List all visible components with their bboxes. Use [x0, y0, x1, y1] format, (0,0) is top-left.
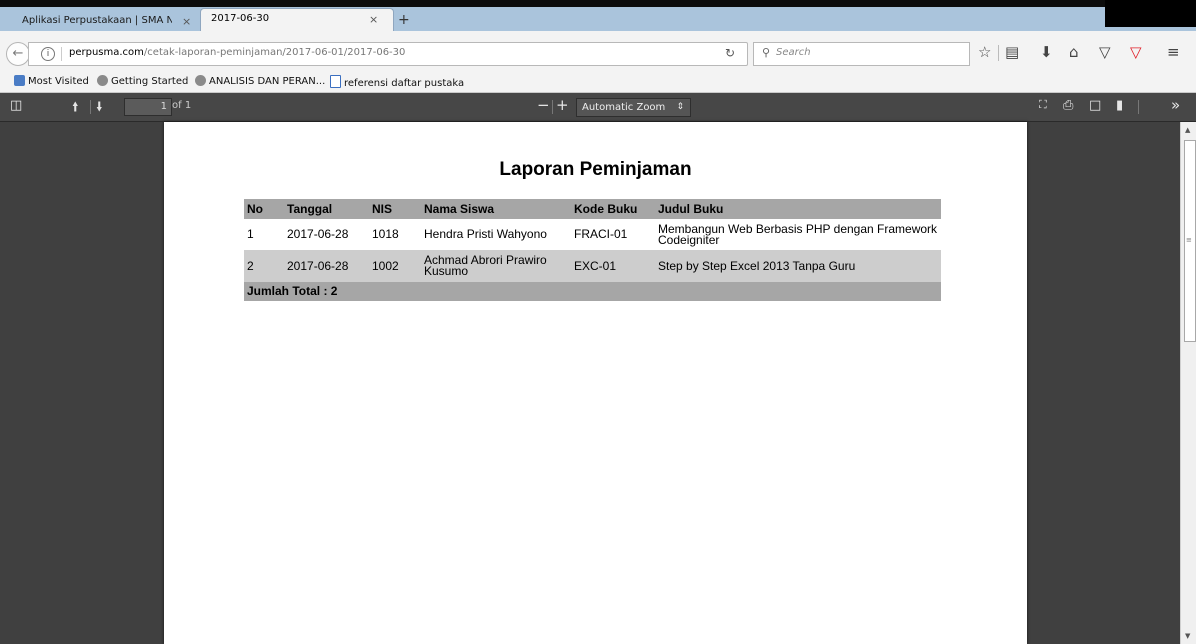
column-header-judul-buku: Judul Buku: [655, 199, 941, 219]
pdf-viewer[interactable]: Laporan Peminjaman No Tanggal NIS Nama S…: [0, 122, 1180, 644]
download-icon[interactable]: □: [1089, 98, 1101, 113]
url-path: /cetak-laporan-peminjaman/2017-06-01/201…: [143, 47, 406, 58]
zoom-select[interactable]: Automatic Zoom ⇕: [576, 98, 691, 117]
cell-tanggal: 2017-06-28: [284, 219, 369, 250]
ublock-shield-icon[interactable]: ▽: [1130, 43, 1142, 61]
tab-aplikasi-perpustakaan[interactable]: Aplikasi Perpustakaan | SMA Neg ×: [18, 10, 198, 30]
tools-overflow-icon[interactable]: »: [1171, 96, 1180, 114]
total-count: Jumlah Total : 2: [244, 282, 941, 301]
toolbar-separator: [998, 45, 999, 61]
tab-2017-06-30[interactable]: 2017-06-30 ×: [200, 8, 394, 32]
reload-icon[interactable]: ↻: [725, 46, 735, 60]
bookmark-referensi-daftar-pustaka[interactable]: referensi daftar pustaka: [330, 75, 464, 89]
table-row: 1 2017-06-28 1018 Hendra Pristi Wahyono …: [244, 219, 941, 250]
toolbar-separator: [1138, 100, 1139, 114]
cell-nama-siswa: Achmad Abrori Prawiro Kusumo: [421, 250, 571, 282]
column-header-no: No: [244, 199, 284, 219]
menu-icon[interactable]: ≡: [1167, 43, 1180, 61]
bookmark-analisis-dan-peran[interactable]: ANALISIS DAN PERAN...: [195, 75, 325, 87]
bookmark-getting-started[interactable]: Getting Started: [97, 75, 188, 87]
globe-icon: [97, 75, 108, 86]
cell-judul-buku: Step by Step Excel 2013 Tanpa Guru: [655, 250, 941, 282]
url-domain: perpusma.com: [69, 47, 144, 58]
close-tab-icon[interactable]: ×: [182, 15, 191, 28]
chevron-updown-icon: ⇕: [676, 102, 684, 112]
toolbar-separator: [552, 100, 553, 114]
most-visited-icon: [14, 75, 25, 86]
tab-strip: Aplikasi Perpustakaan | SMA Neg × 2017-0…: [0, 0, 1196, 32]
cell-kode-buku: EXC-01: [571, 250, 655, 282]
search-input[interactable]: ⚲ Search: [753, 42, 970, 66]
url-separator: [61, 47, 62, 61]
url-bar[interactable]: i perpusma.com/cetak-laporan-peminjaman/…: [28, 42, 748, 66]
tab-label: Aplikasi Perpustakaan | SMA Neg: [22, 15, 172, 26]
zoom-value: Automatic Zoom: [582, 102, 666, 113]
bookmarks-bar: Most Visited Getting Started ANALISIS DA…: [0, 72, 1196, 93]
table-header-row: No Tanggal NIS Nama Siswa Kode Buku Judu…: [244, 199, 941, 219]
close-tab-icon[interactable]: ×: [369, 13, 378, 26]
cell-nama-siswa: Hendra Pristi Wahyono: [421, 219, 571, 250]
pdf-page: Laporan Peminjaman No Tanggal NIS Nama S…: [164, 122, 1027, 644]
presentation-mode-icon[interactable]: ⛶: [1039, 98, 1047, 112]
bookmark-label: Getting Started: [111, 76, 189, 87]
column-header-nis: NIS: [369, 199, 421, 219]
page-count: of 1: [172, 100, 192, 111]
bookmark-label: referensi daftar pustaka: [344, 78, 465, 89]
search-placeholder: Search: [776, 47, 811, 58]
pocket-icon[interactable]: ▽: [1099, 43, 1111, 61]
column-header-kode-buku: Kode Buku: [571, 199, 655, 219]
scrollbar-grip-icon: ≡: [1186, 236, 1192, 244]
cell-no: 2: [244, 250, 284, 282]
globe-icon: [195, 75, 206, 86]
column-header-tanggal: Tanggal: [284, 199, 369, 219]
navigation-bar: ← i perpusma.com/cetak-laporan-peminjama…: [0, 31, 1196, 76]
reading-list-icon[interactable]: ▤: [1005, 43, 1019, 61]
bookmark-label: ANALISIS DAN PERAN...: [209, 76, 326, 87]
document-icon: [330, 75, 341, 88]
back-arrow-icon: ←: [12, 46, 24, 61]
zoom-in-icon[interactable]: +: [556, 96, 569, 114]
cell-nis: 1002: [369, 250, 421, 282]
bookmark-icon[interactable]: ▮: [1116, 98, 1123, 113]
tab-label: 2017-06-30: [211, 13, 270, 24]
zoom-out-icon[interactable]: −: [537, 96, 550, 114]
sidebar-toggle-icon[interactable]: ◫: [10, 98, 22, 113]
table-total-row: Jumlah Total : 2: [244, 282, 941, 301]
new-tab-button[interactable]: +: [398, 12, 410, 28]
cell-tanggal: 2017-06-28: [284, 250, 369, 282]
bookmark-label: Most Visited: [28, 76, 89, 87]
next-page-icon[interactable]: 🠛: [96, 98, 103, 120]
home-icon[interactable]: ⌂: [1069, 43, 1079, 61]
scroll-down-icon[interactable]: ▼: [1185, 632, 1190, 640]
report-table: No Tanggal NIS Nama Siswa Kode Buku Judu…: [244, 199, 941, 301]
site-info-icon[interactable]: i: [41, 47, 55, 61]
vertical-scrollbar[interactable]: ▲ ≡ ▼: [1180, 122, 1196, 644]
search-icon: ⚲: [762, 46, 771, 59]
toolbar-separator: [90, 100, 91, 114]
page-number-input[interactable]: 1: [124, 98, 172, 116]
cell-no: 1: [244, 219, 284, 250]
cell-kode-buku: FRACI-01: [571, 219, 655, 250]
url-text[interactable]: perpusma.com/cetak-laporan-peminjaman/20…: [69, 47, 405, 58]
column-header-nama-siswa: Nama Siswa: [421, 199, 571, 219]
window-controls-area: [1105, 0, 1196, 27]
scroll-up-icon[interactable]: ▲: [1185, 126, 1190, 134]
cell-judul-buku: Membangun Web Berbasis PHP dengan Framew…: [655, 219, 941, 250]
pdf-toolbar: ◫ 🠙 🠛 1 of 1 − + Automatic Zoom ⇕ ⛶ ⎙ □ ▮…: [0, 93, 1196, 122]
cell-nis: 1018: [369, 219, 421, 250]
print-icon[interactable]: ⎙: [1063, 98, 1073, 113]
table-row: 2 2017-06-28 1002 Achmad Abrori Prawiro …: [244, 250, 941, 282]
bookmark-most-visited[interactable]: Most Visited: [14, 75, 89, 87]
back-button[interactable]: ←: [6, 42, 30, 66]
previous-page-icon[interactable]: 🠙: [72, 98, 79, 120]
bookmark-star-icon[interactable]: ☆: [978, 43, 991, 61]
report-title: Laporan Peminjaman: [499, 159, 692, 180]
downloads-icon[interactable]: ⬇: [1040, 43, 1053, 61]
